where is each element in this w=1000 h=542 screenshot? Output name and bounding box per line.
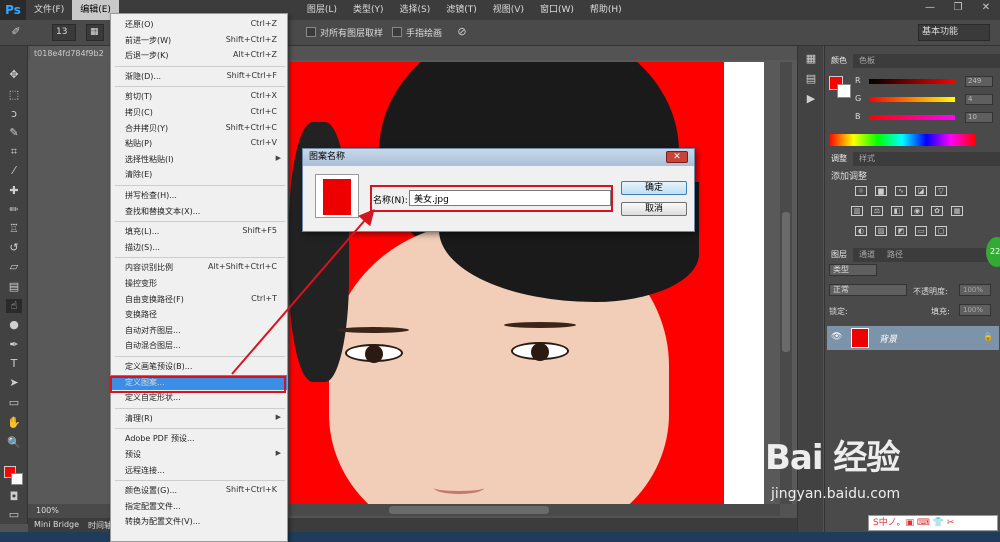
- baidu-logo: Bai 经验: [765, 438, 900, 478]
- baidu-watermark: Bai 经验 jingyan.baidu.com: [765, 430, 985, 520]
- baidu-url: jingyan.baidu.com: [771, 486, 901, 502]
- ime-toolbar[interactable]: S中ノ。▣ ⌨ 👕 ✂: [868, 515, 998, 531]
